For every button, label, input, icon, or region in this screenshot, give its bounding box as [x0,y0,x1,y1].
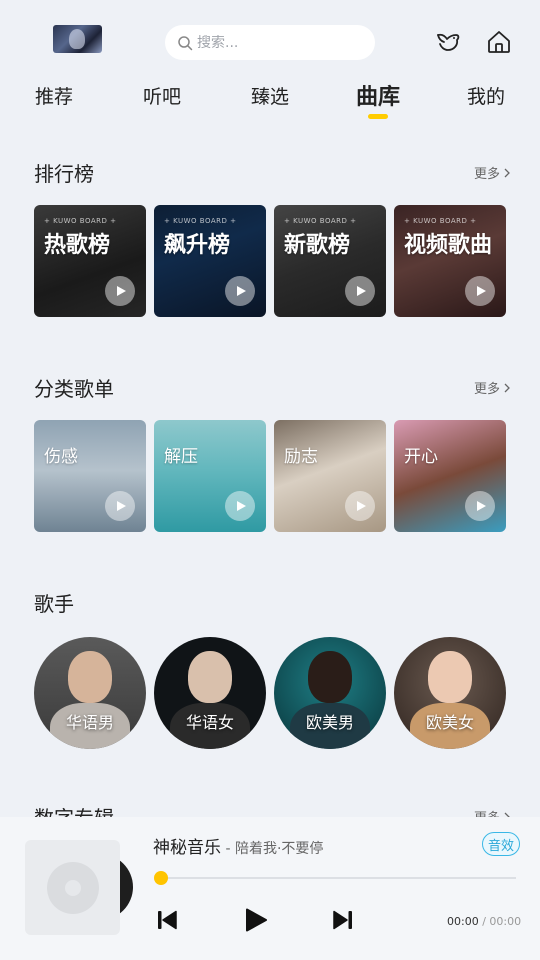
section-title-charts: 排行榜 [34,162,94,186]
album-cover-placeholder [25,840,120,935]
tab-recommend[interactable]: 推荐 [35,82,73,109]
play-icon [237,286,246,296]
category-label: 励志 [284,447,318,467]
play-pause-icon[interactable] [243,907,269,933]
bird-icon[interactable] [434,28,462,56]
next-track-icon[interactable] [332,909,354,931]
user-avatar[interactable] [53,25,102,53]
category-label: 解压 [164,447,198,467]
tab-tingba[interactable]: 听吧 [143,82,181,109]
now-playing-title: 神秘音乐 - 陪着我·不要停 [153,833,323,858]
category-card-inspire[interactable]: 励志 [274,420,386,532]
category-card-relax[interactable]: 解压 [154,420,266,532]
categories-row: 伤感 解压 励志 开心 [34,420,506,532]
album-art[interactable] [25,840,135,935]
singers-row: 华语男 华语女 欧美男 欧美女 [34,637,506,749]
play-button[interactable] [465,491,495,521]
top-tabs: 推荐 听吧 臻选 曲库 我的 [0,82,540,122]
play-button[interactable] [225,276,255,306]
play-button[interactable] [225,491,255,521]
chevron-right-icon [504,383,510,392]
charts-more-link[interactable]: 更多 [474,163,512,182]
singer-label: 华语女 [185,713,234,732]
search-input[interactable] [197,34,367,51]
section-title-singers: 歌手 [34,592,74,616]
sound-effect-button[interactable]: 音效 [482,832,520,856]
play-icon [117,501,126,511]
progress-bar[interactable] [160,877,516,879]
tab-mine[interactable]: 我的 [467,82,505,109]
tab-library[interactable]: 曲库 [356,79,400,111]
singer-label: 欧美男 [305,713,354,732]
play-button[interactable] [345,491,375,521]
current-time: 00:00 [447,915,479,928]
chart-label: 新歌榜 [284,233,351,258]
singer-label: 华语男 [65,713,114,732]
mini-player: 神秘音乐 - 陪着我·不要停 音效 00:00 / 00:00 [0,817,540,960]
chart-card-video[interactable]: + KUWO BOARD + 视频歌曲 [394,205,506,317]
playback-time: 00:00 / 00:00 [447,915,521,928]
progress-knob[interactable] [154,871,168,885]
singer-label: 欧美女 [425,713,474,732]
top-bar [0,0,540,80]
active-tab-indicator [368,114,388,119]
tab-zhenxuan[interactable]: 臻选 [251,82,289,109]
more-label: 更多 [473,167,500,182]
song-artist: - 陪着我·不要停 [221,841,324,857]
chart-label: 视频歌曲 [404,233,493,258]
singer-category-western-female[interactable]: 欧美女 [394,637,506,749]
play-icon [477,501,486,511]
more-label: 更多 [473,382,500,397]
singer-category-chinese-female[interactable]: 华语女 [154,637,266,749]
charts-row: + KUWO BOARD + 热歌榜 + KUWO BOARD + 飙升榜 + … [34,205,506,317]
disc-icon [46,861,99,914]
play-icon [357,501,366,511]
home-icon[interactable] [485,28,513,56]
play-icon [357,286,366,296]
play-icon [237,501,246,511]
section-title-categories: 分类歌单 [34,377,114,401]
play-button[interactable] [345,276,375,306]
search-box[interactable] [165,25,375,60]
play-button[interactable] [105,491,135,521]
category-label: 开心 [404,447,438,467]
previous-track-icon[interactable] [156,909,178,931]
search-icon [178,35,193,50]
category-label: 伤感 [44,447,78,467]
categories-more-link[interactable]: 更多 [474,378,512,397]
chevron-right-icon [504,168,510,177]
time-separator: / [478,915,490,928]
chart-label: 热歌榜 [44,233,111,258]
play-icon [117,286,126,296]
play-button[interactable] [465,276,495,306]
singer-category-western-male[interactable]: 欧美男 [274,637,386,749]
chart-card-hot[interactable]: + KUWO BOARD + 热歌榜 [34,205,146,317]
category-card-sad[interactable]: 伤感 [34,420,146,532]
category-card-happy[interactable]: 开心 [394,420,506,532]
play-icon [477,286,486,296]
total-duration: 00:00 [489,915,522,928]
song-name: 神秘音乐 [153,838,221,858]
chart-card-rising[interactable]: + KUWO BOARD + 飙升榜 [154,205,266,317]
chart-label: 飙升榜 [164,233,231,258]
chart-card-new[interactable]: + KUWO BOARD + 新歌榜 [274,205,386,317]
play-button[interactable] [105,276,135,306]
singer-category-chinese-male[interactable]: 华语男 [34,637,146,749]
